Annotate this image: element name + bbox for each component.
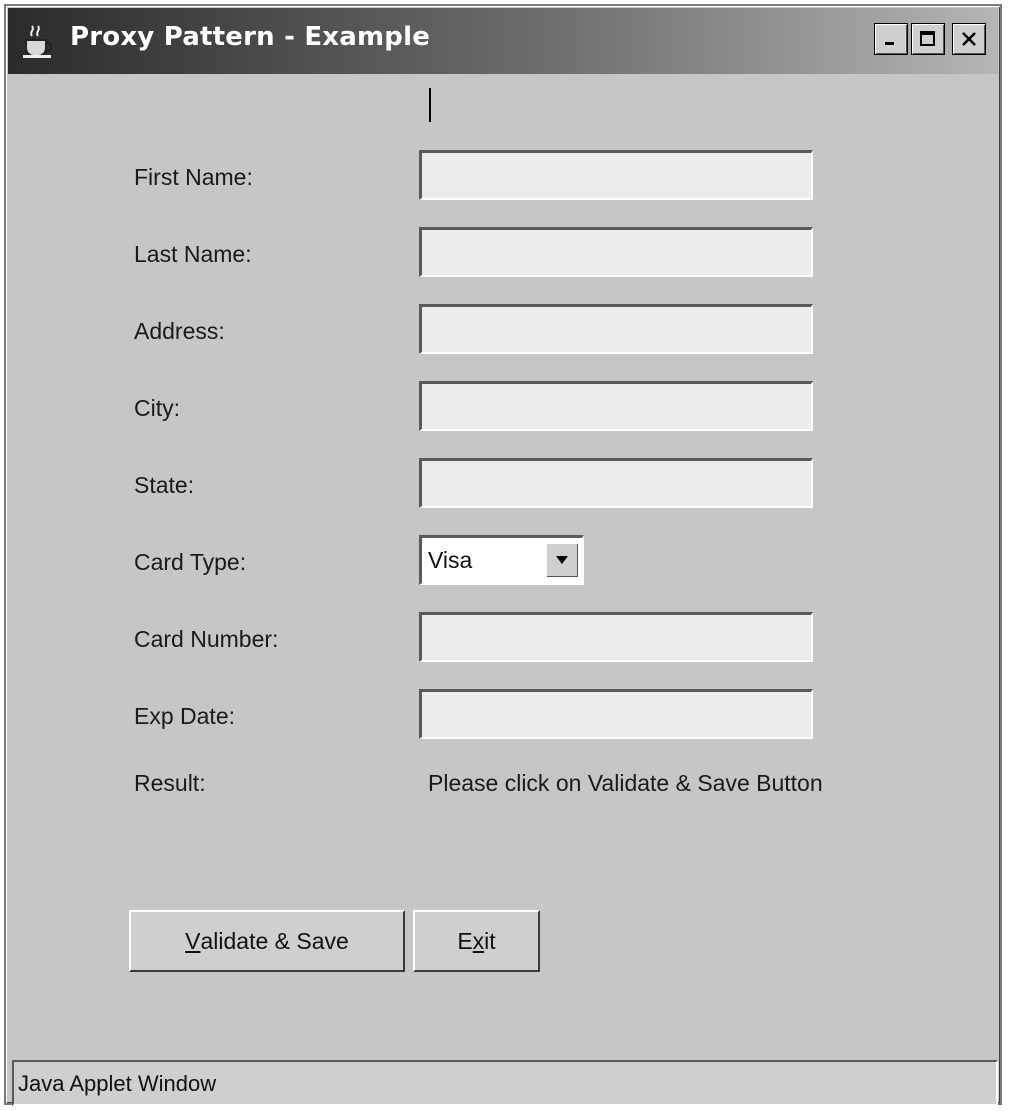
title-bar[interactable]: Proxy Pattern - Example — [8, 8, 998, 74]
last-name-label: Last Name: — [134, 241, 252, 267]
status-bar: Java Applet Window — [12, 1060, 998, 1106]
validate-mnemonic: V — [185, 927, 201, 954]
exit-label-post: it — [484, 927, 496, 954]
applet-window: Proxy Pattern - Example First Name: Last… — [4, 4, 1002, 1106]
first-name-label: First Name: — [134, 164, 253, 190]
result-message: Please click on Validate & Save Button — [428, 770, 823, 796]
card-number-field[interactable] — [419, 612, 813, 662]
maximize-button[interactable] — [911, 23, 945, 55]
exp-date-field[interactable] — [419, 689, 813, 739]
card-type-label: Card Type: — [134, 549, 247, 575]
chevron-down-icon — [556, 556, 568, 564]
first-name-field[interactable] — [419, 150, 813, 200]
state-field[interactable] — [419, 458, 813, 508]
exit-mnemonic: x — [472, 927, 485, 954]
result-label: Result: — [134, 770, 206, 796]
minimize-icon — [885, 42, 894, 45]
card-type-select[interactable]: Visa — [419, 535, 584, 585]
city-field[interactable] — [419, 381, 813, 431]
maximize-icon — [920, 31, 935, 46]
text-cursor — [429, 88, 431, 122]
address-field[interactable] — [419, 304, 813, 354]
exit-button[interactable]: Ex it — [413, 910, 540, 972]
window-title: Proxy Pattern - Example — [70, 22, 431, 52]
state-label: State: — [134, 472, 195, 498]
city-label: City: — [134, 395, 180, 421]
exp-date-label: Exp Date: — [134, 703, 235, 729]
validate-save-button[interactable]: Validate & Save — [129, 910, 405, 972]
java-coffee-cup-icon — [23, 25, 52, 58]
status-text: Java Applet Window — [18, 1071, 217, 1096]
last-name-field[interactable] — [419, 227, 813, 277]
address-label: Address: — [134, 318, 225, 344]
minimize-button[interactable] — [874, 23, 908, 55]
dropdown-button[interactable] — [546, 543, 578, 577]
validate-label-rest: alidate & Save — [200, 927, 349, 954]
close-icon — [962, 32, 976, 46]
card-type-value: Visa — [428, 547, 473, 573]
exit-label-pre: E — [457, 927, 473, 954]
card-number-label: Card Number: — [134, 626, 279, 652]
close-button[interactable] — [952, 23, 986, 55]
